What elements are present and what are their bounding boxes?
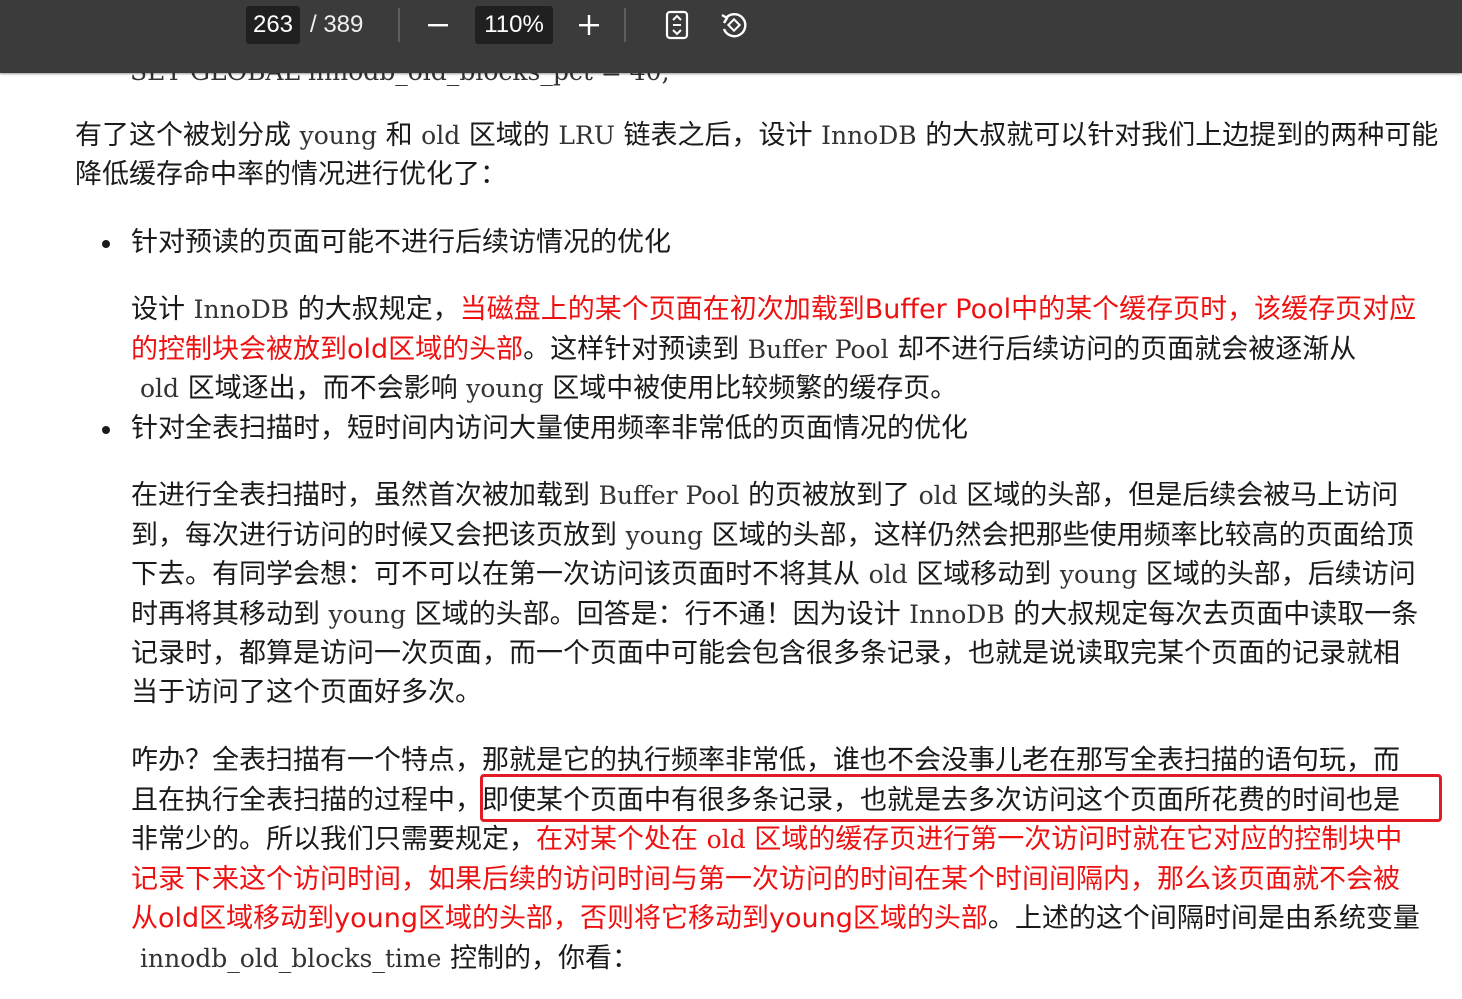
toolbar-separator [624,8,626,42]
zoom-out-button[interactable] [419,6,457,44]
intro-line-2: 降低缓存命中率的情况进行优化了： [75,159,507,190]
red-highlight-box [480,774,1442,822]
bullet2-p1-line-5: 记录时，都算是访问一次页面，而一个页面中可能会包含很多条记录，也就是说读取完某个… [131,638,1400,669]
code-young: young [625,521,703,550]
text: 区域的头部。回答是：行不通！因为设计 [405,599,910,630]
text: 的大叔规定每次去页面中读取一条 [1004,599,1419,630]
fit-page-icon [665,10,689,40]
bullet2-p2-line-4: 记录下来这个访问时间，如果后续的访问时间与第一次访问的时间在某个时间间隔内，那么… [131,864,1400,895]
code-innodb: InnoDB [193,295,290,324]
code-old: old [706,825,746,854]
bullet2-p1-line-3: 下去。有同学会想：可不可以在第一次访问该页面时不将其从 old 区域移动到 yo… [131,555,1416,595]
fit-page-button[interactable] [658,6,696,44]
zoom-in-button[interactable] [570,6,608,44]
toolbar-separator [398,8,400,42]
text: 区域的头部，后续访问 [1137,559,1416,590]
text: 非常少的。所以我们只需要规定， [131,824,536,855]
code-young: young [299,121,377,150]
zoom-level[interactable]: 110% [475,6,553,44]
bullet2-p1-line-2: 到，每次进行访问的时候又会把该页放到 young 区域的头部，这样仍然会把那些使… [131,516,1414,556]
text: 的页被放到了 [739,480,919,511]
emphasis-text: 当磁盘上的某个页面在初次加载到Buffer Pool中的某个缓存页时，该缓存页对… [459,294,1417,325]
code-old: old [918,481,958,510]
code-buffer-pool: Buffer Pool [747,335,889,364]
intro-line-1: 有了这个被划分成 young 和 old 区域的 LRU 链表之后，设计 Inn… [75,116,1438,156]
text: 控制的，你看： [441,943,639,974]
bullet-dot [102,426,110,434]
bullet2-p1-line-1: 在进行全表扫描时，虽然首次被加载到 Buffer Pool 的页被放到了 old… [131,476,1398,516]
plus-icon [579,15,599,35]
text: 有了这个被划分成 [75,120,300,151]
pdf-toolbar: 263 / 389 110% [0,0,1462,73]
bullet-dot [102,240,110,248]
code-old: old [421,121,461,150]
bullet2-title: 针对全表扫描时，短时间内访问大量使用频率非常低的页面情况的优化 [131,413,968,444]
text: 区域的头部，但是后续会被马上访问 [957,480,1399,511]
bullet2-p1-line-6: 当于访问了这个页面好多次。 [131,677,482,708]
bullet1-line-2: 的控制块会被放到old区域的头部。这样针对预读到 Buffer Pool 却不进… [131,330,1356,370]
emphasis-text: 的控制块会被放到old区域的头部 [131,334,524,365]
text: 到，每次进行访问的时候又会把该页放到 [131,520,626,551]
text: 区域的头部，这样仍然会把那些使用频率比较高的页面给顶 [702,520,1414,551]
code-innodb: InnoDB [909,600,1005,629]
code-old: old [868,560,908,589]
bullet2-p2-line-6: innodb_old_blocks_time 控制的，你看： [140,939,639,979]
text: 区域的 [460,120,559,151]
page-number-input[interactable]: 263 [246,6,300,44]
bullet2-p2-line-5: 从old区域移动到young区域的头部，否则将它移动到young区域的头部。上述… [131,899,1420,939]
bullet1-line-3: old 区域逐出，而不会影响 young 区域中被使用比较频繁的缓存页。 [140,369,957,409]
text: 且在执行全表扫描的过程中， [131,785,482,816]
text: 的大叔就可以针对我们上边提到的两种可能 [916,120,1439,151]
text: 在进行全表扫描时，虽然首次被加载到 [131,480,599,511]
text: 时再将其移动到 [131,599,329,630]
bullet2-p1-line-4: 时再将其移动到 young 区域的头部。回答是：行不通！因为设计 InnoDB … [131,595,1418,635]
text: 却不进行后续访问的页面就会被逐渐从 [888,334,1357,365]
text: 。这样针对预读到 [523,334,748,365]
code-young: young [466,374,544,403]
text: 区域逐出，而不会影响 [179,373,467,404]
code-old: old [140,374,180,403]
code-young: young [328,600,406,629]
text: 链表之后，设计 [614,120,822,151]
code-innodb-old-blocks-time: innodb_old_blocks_time [140,944,442,973]
rotate-button[interactable] [715,6,753,44]
bullet1-line-1: 设计 InnoDB 的大叔规定，当磁盘上的某个页面在初次加载到Buffer Po… [131,290,1416,330]
text: 的大叔规定， [289,294,460,325]
emphasis-text: 区域的缓存页进行第一次访问时就在它对应的控制块中 [745,824,1403,855]
emphasis-text: 在对某个处在 [536,824,707,855]
code-innodb: InnoDB [821,121,917,150]
text: 。上述的这个间隔时间是由系统变量 [987,903,1420,934]
text: 区域移动到 [907,559,1060,590]
text: 区域中被使用比较频繁的缓存页。 [543,373,958,404]
page-total: / 389 [310,11,364,38]
text: 设计 [131,294,194,325]
rotate-icon [721,13,747,38]
code-lru: LRU [558,121,615,150]
bullet2-p2-line-3: 非常少的。所以我们只需要规定，在对某个处在 old 区域的缓存页进行第一次访问时… [131,820,1402,860]
bullet1-title: 针对预读的页面可能不进行后续访情况的优化 [131,227,671,258]
code-buffer-pool: Buffer Pool [598,481,740,510]
code-young: young [1059,560,1138,589]
text: 和 [376,120,422,151]
document-page: SET GLOBAL innodb_old_blocks_pct = 40; 有… [0,0,1462,999]
minus-icon [428,24,448,27]
text: 下去。有同学会想：可不可以在第一次访问该页面时不将其从 [131,559,869,590]
emphasis-text: 从old区域移动到young区域的头部，否则将它移动到young区域的头部 [131,903,988,934]
